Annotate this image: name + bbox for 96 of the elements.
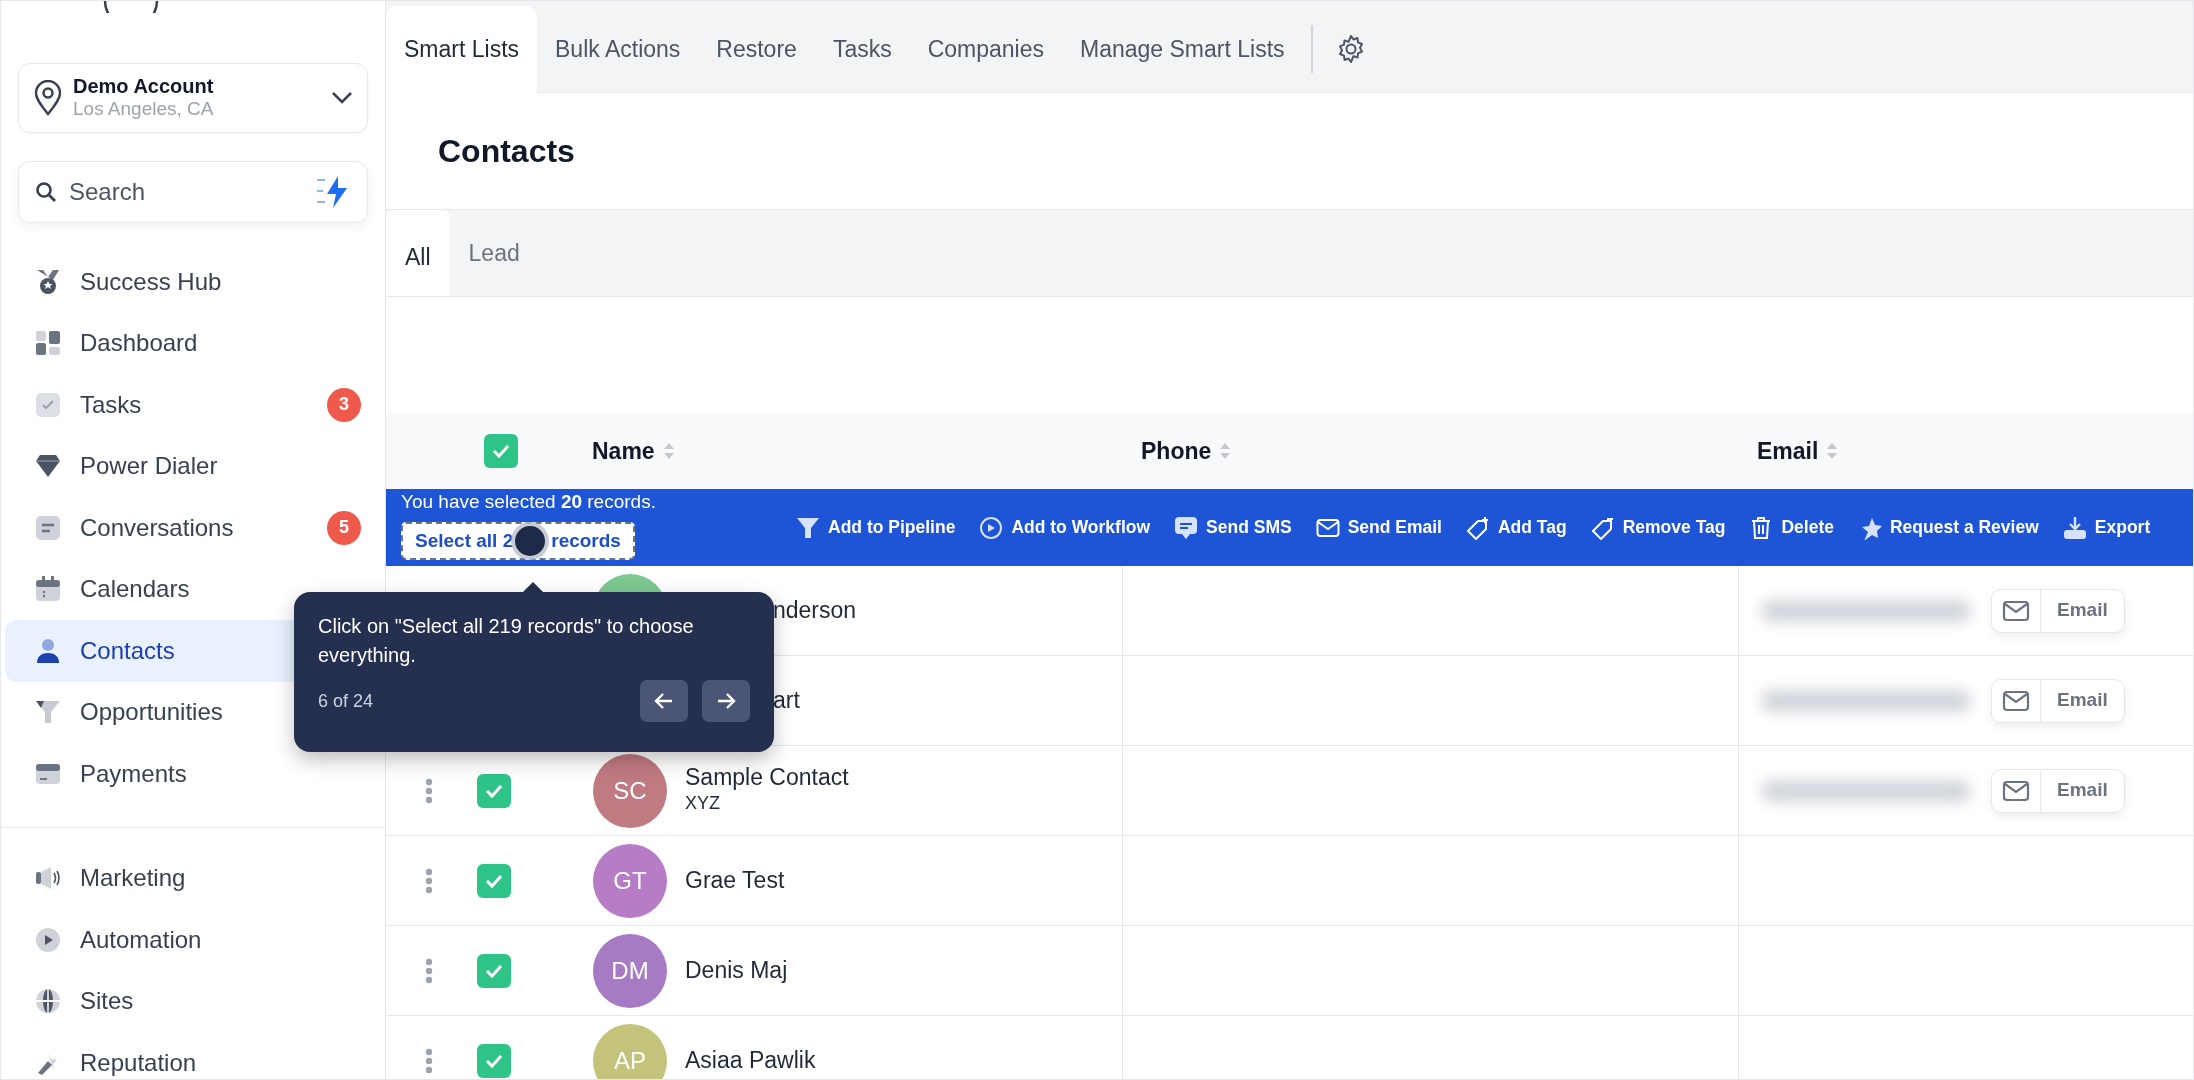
location-pin-icon	[33, 80, 63, 116]
tab[interactable]: Manage Smart Lists	[1062, 6, 1303, 93]
previous-button[interactable]	[640, 680, 688, 722]
email-button[interactable]: Email	[1991, 678, 2125, 723]
search-field[interactable]: Search	[18, 161, 368, 223]
bulk-action-button[interactable]: Send SMS	[1174, 514, 1292, 541]
message-icon	[34, 513, 62, 542]
avatar: GT	[593, 843, 667, 918]
bulk-action-button[interactable]: Add to Workflow	[979, 514, 1151, 541]
contact-name[interactable]: Grae Test	[685, 867, 785, 894]
more-options-icon	[425, 1047, 433, 1074]
tab[interactable]: All	[386, 210, 450, 296]
chevron-down-icon	[331, 91, 353, 105]
contact-name[interactable]: nderson	[773, 597, 857, 624]
check-icon	[484, 1052, 504, 1069]
tab[interactable]: Smart Lists	[386, 6, 538, 93]
arrow-right-icon	[716, 692, 736, 710]
sort-icon	[1826, 442, 1839, 460]
bulk-action-button[interactable]: Delete	[1749, 514, 1834, 541]
search-input[interactable]: Search	[67, 173, 267, 211]
more-options-icon	[425, 867, 433, 894]
email-button[interactable]: Email	[1991, 588, 2125, 633]
sidebar-item[interactable]: Marketing	[5, 847, 385, 909]
sidebar-item[interactable]: Power Dialer	[5, 435, 385, 497]
checkbox[interactable]	[477, 773, 511, 808]
checkbox[interactable]	[484, 434, 518, 468]
account-location: Los Angeles, CA	[73, 98, 215, 121]
account-switcher[interactable]: Demo Account Los Angeles, CA	[18, 63, 368, 133]
sort-icon	[1219, 442, 1232, 460]
person-icon	[34, 636, 62, 665]
page-title: Contacts	[438, 132, 575, 171]
sidebar-item[interactable]: Dashboard	[5, 312, 385, 374]
calendar-icon	[34, 575, 62, 604]
selection-message: You have selected 20 records.	[401, 491, 657, 514]
sidebar-item[interactable]: Sites	[5, 970, 385, 1032]
check-icon	[491, 443, 511, 459]
avatar: DM	[593, 933, 667, 1008]
sidebar-item[interactable]: Payments	[5, 743, 385, 805]
account-name: Demo Account	[73, 75, 215, 99]
check-icon	[484, 782, 504, 799]
checkbox[interactable]	[477, 863, 511, 898]
checkbox[interactable]	[477, 953, 511, 988]
tab[interactable]: Restore	[698, 6, 815, 93]
search-icon	[35, 181, 57, 203]
play-icon	[34, 925, 62, 954]
contact-company: XYZ	[685, 792, 721, 816]
column-header[interactable]: Name	[592, 433, 655, 469]
dashboard-icon	[34, 329, 62, 358]
bulk-action-button[interactable]: Add Tag	[1466, 514, 1567, 541]
tab[interactable]: Companies	[909, 6, 1062, 93]
tab[interactable]: Tasks	[814, 6, 910, 93]
sort-icon	[662, 442, 675, 460]
contact-name[interactable]: art	[773, 687, 800, 714]
chat-bubble-icon	[1174, 515, 1199, 540]
contact-name[interactable]: Denis Maj	[685, 957, 788, 984]
tab[interactable]: Lead	[449, 210, 539, 296]
bulk-action-button[interactable]: Export	[2062, 514, 2151, 541]
contact-name[interactable]: Asiaa Pawlik	[685, 1047, 816, 1074]
sidebar-item[interactable]: Conversations 5	[5, 497, 385, 559]
tab[interactable]: Bulk Actions	[537, 6, 699, 93]
tag-plus-icon	[1466, 515, 1490, 540]
sidebar-item[interactable]: Reputation	[5, 1032, 385, 1079]
avatar: SC	[593, 753, 667, 828]
tag-minus-icon	[1590, 515, 1615, 540]
mail-icon	[2002, 688, 2030, 713]
next-button[interactable]	[702, 680, 750, 722]
column-header[interactable]: Phone	[1141, 433, 1212, 469]
globe-icon	[34, 987, 62, 1016]
avatar: AP	[593, 1023, 667, 1079]
more-options-icon	[425, 957, 433, 984]
funnel-icon	[796, 515, 820, 540]
sidebar-item[interactable]: Automation	[5, 909, 385, 971]
sidebar-item[interactable]: Tasks 3	[5, 374, 385, 436]
sidebar-item[interactable]: Success Hub	[5, 251, 385, 313]
highlight-dot	[515, 525, 546, 556]
mail-icon	[2002, 778, 2030, 803]
bulk-action-button[interactable]: Remove Tag	[1590, 514, 1726, 541]
workflow-icon	[979, 515, 1004, 540]
download-icon	[2062, 515, 2087, 540]
more-options-icon	[425, 777, 433, 804]
arrow-left-icon	[654, 692, 674, 710]
email-button[interactable]: Email	[1991, 768, 2125, 813]
bulk-action-button[interactable]: Send Email	[1315, 514, 1442, 541]
count-badge: 3	[327, 387, 361, 422]
column-header[interactable]: Email	[1757, 433, 1819, 469]
bulk-action-button[interactable]: Request a Review	[1858, 514, 2039, 541]
check-icon	[484, 872, 504, 889]
checkbox[interactable]	[477, 1043, 511, 1078]
bulk-action-button[interactable]: Add to Pipeline	[796, 514, 956, 541]
step-counter: 6 of 24	[318, 689, 375, 713]
checkbox-icon	[34, 390, 62, 419]
contact-name[interactable]: Sample Contact	[685, 763, 849, 791]
check-icon	[484, 962, 504, 979]
count-badge: 5	[327, 510, 361, 545]
select-all-button[interactable]: Select all 2 records	[401, 521, 635, 560]
mail-icon	[2002, 598, 2030, 623]
